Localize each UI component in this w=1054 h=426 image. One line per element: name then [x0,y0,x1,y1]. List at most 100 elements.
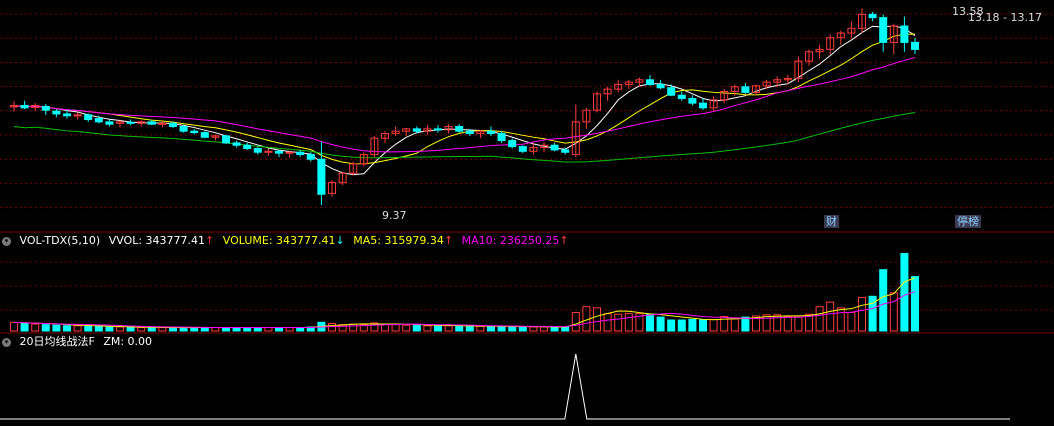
volume-bar [667,319,676,332]
volume-bar [593,307,601,332]
volume-bar [434,325,442,332]
volume-bar [402,324,411,332]
volume-bar [52,324,61,332]
volume-bar [730,318,739,332]
volume-bar [815,306,824,332]
volume-bar [126,327,135,332]
candle-body [264,150,273,153]
candle-body [699,102,707,109]
candle-body [84,114,93,121]
candle-body [900,25,909,43]
candle-body [105,121,114,125]
down-arrow-icon: ↓ [335,234,345,247]
kline-chart-canvas [0,8,1054,420]
candle-body [73,114,82,117]
volume-bar [41,324,50,332]
volume-bar [391,324,400,332]
volume-bar [646,313,654,332]
candle-body [147,121,156,125]
volume-bar [550,326,559,332]
up-arrow-icon: ↑ [559,234,569,247]
up-arrow-icon: ↑ [443,234,454,247]
candle-body [306,154,315,160]
candle-body [667,87,676,96]
volume-bar [253,327,262,332]
volume-value: VOLUME: 343777.41↓ [222,234,345,247]
price-low-label: 9.37 [382,209,407,222]
volume-bar [158,327,167,332]
signal-line [0,353,1010,420]
volume-bar [518,326,527,332]
signal-indicator-header: ▾ 20日均线战法F ZM: 0.00 [0,334,157,349]
volume-bar [10,321,18,332]
candle-body [200,132,209,138]
volume-bar [94,325,103,332]
volume-ma10-line [13,291,916,329]
signal-series-line [0,353,1010,420]
volume-bar [116,326,124,332]
candle-body [412,128,421,132]
volume-bars [10,252,919,332]
volume-bar [147,327,156,332]
ma5-line [13,25,916,176]
candle-body [179,126,188,132]
vvol-value: VVOL: 343777.41↑ [108,234,215,247]
candle-body [879,17,888,43]
volume-bar [190,327,199,332]
collapse-volume-icon[interactable]: ▾ [2,236,11,246]
candle-body [455,126,464,132]
volume-ma-lines [13,277,916,329]
signal-indicator-name[interactable]: 20日均线战法F [20,335,95,348]
candle-body [296,151,305,156]
candle-body [497,133,506,142]
volume-ma5-line [13,277,916,329]
collapse-signal-icon[interactable]: ▾ [2,337,11,347]
candle-body [285,151,294,154]
candle-body [561,149,570,153]
candle-body [243,144,252,149]
volume-bar [169,327,177,332]
zm-value: ZM: 0.00 [103,335,153,348]
ma10-value: MA10: 236250.25↑ [461,234,569,247]
volume-bar [497,325,506,332]
volume-bar [614,313,623,332]
price-range-label: 13.18 - 13.17 [968,11,1042,24]
candle-body [20,104,29,109]
volume-bar [656,316,665,332]
candle-body [52,110,61,115]
candle-body [508,140,517,148]
volume-bar [137,327,146,332]
event-badge-finance[interactable]: 财 [824,215,839,228]
volume-bar [328,322,336,332]
candle-body [911,41,919,50]
ma5-value: MA5: 315979.34↑ [353,234,454,247]
volume-bar [296,327,305,332]
volume-bar [349,323,358,332]
volume-bar [264,327,273,332]
volume-bar [200,327,209,332]
volume-bar [243,327,252,332]
volume-bar [677,319,686,332]
volume-bar [529,326,538,332]
candle-body [646,79,654,85]
volume-bar [889,292,898,332]
candle-body [63,113,71,117]
volume-indicator-header: ▾ VOL-TDX(5,10) VVOL: 343777.41↑ VOLUME:… [0,233,574,248]
volume-bar [285,327,294,332]
volume-bar [179,327,188,332]
candle-body [317,158,326,195]
volume-bar [31,323,40,332]
volume-bar [571,311,580,332]
volume-bar [476,325,485,332]
volume-bar [211,327,220,332]
volume-bar [540,326,548,332]
event-badge-suspension[interactable]: 停榜 [955,215,981,228]
volume-bar [603,313,612,332]
volume-bar [911,276,919,332]
candle-body [94,118,103,123]
volume-bar [20,322,29,332]
candle-body [550,144,559,151]
moving-average-lines [13,25,916,176]
volume-bar [900,252,909,332]
volume-indicator-name[interactable]: VOL-TDX(5,10) [20,234,101,247]
